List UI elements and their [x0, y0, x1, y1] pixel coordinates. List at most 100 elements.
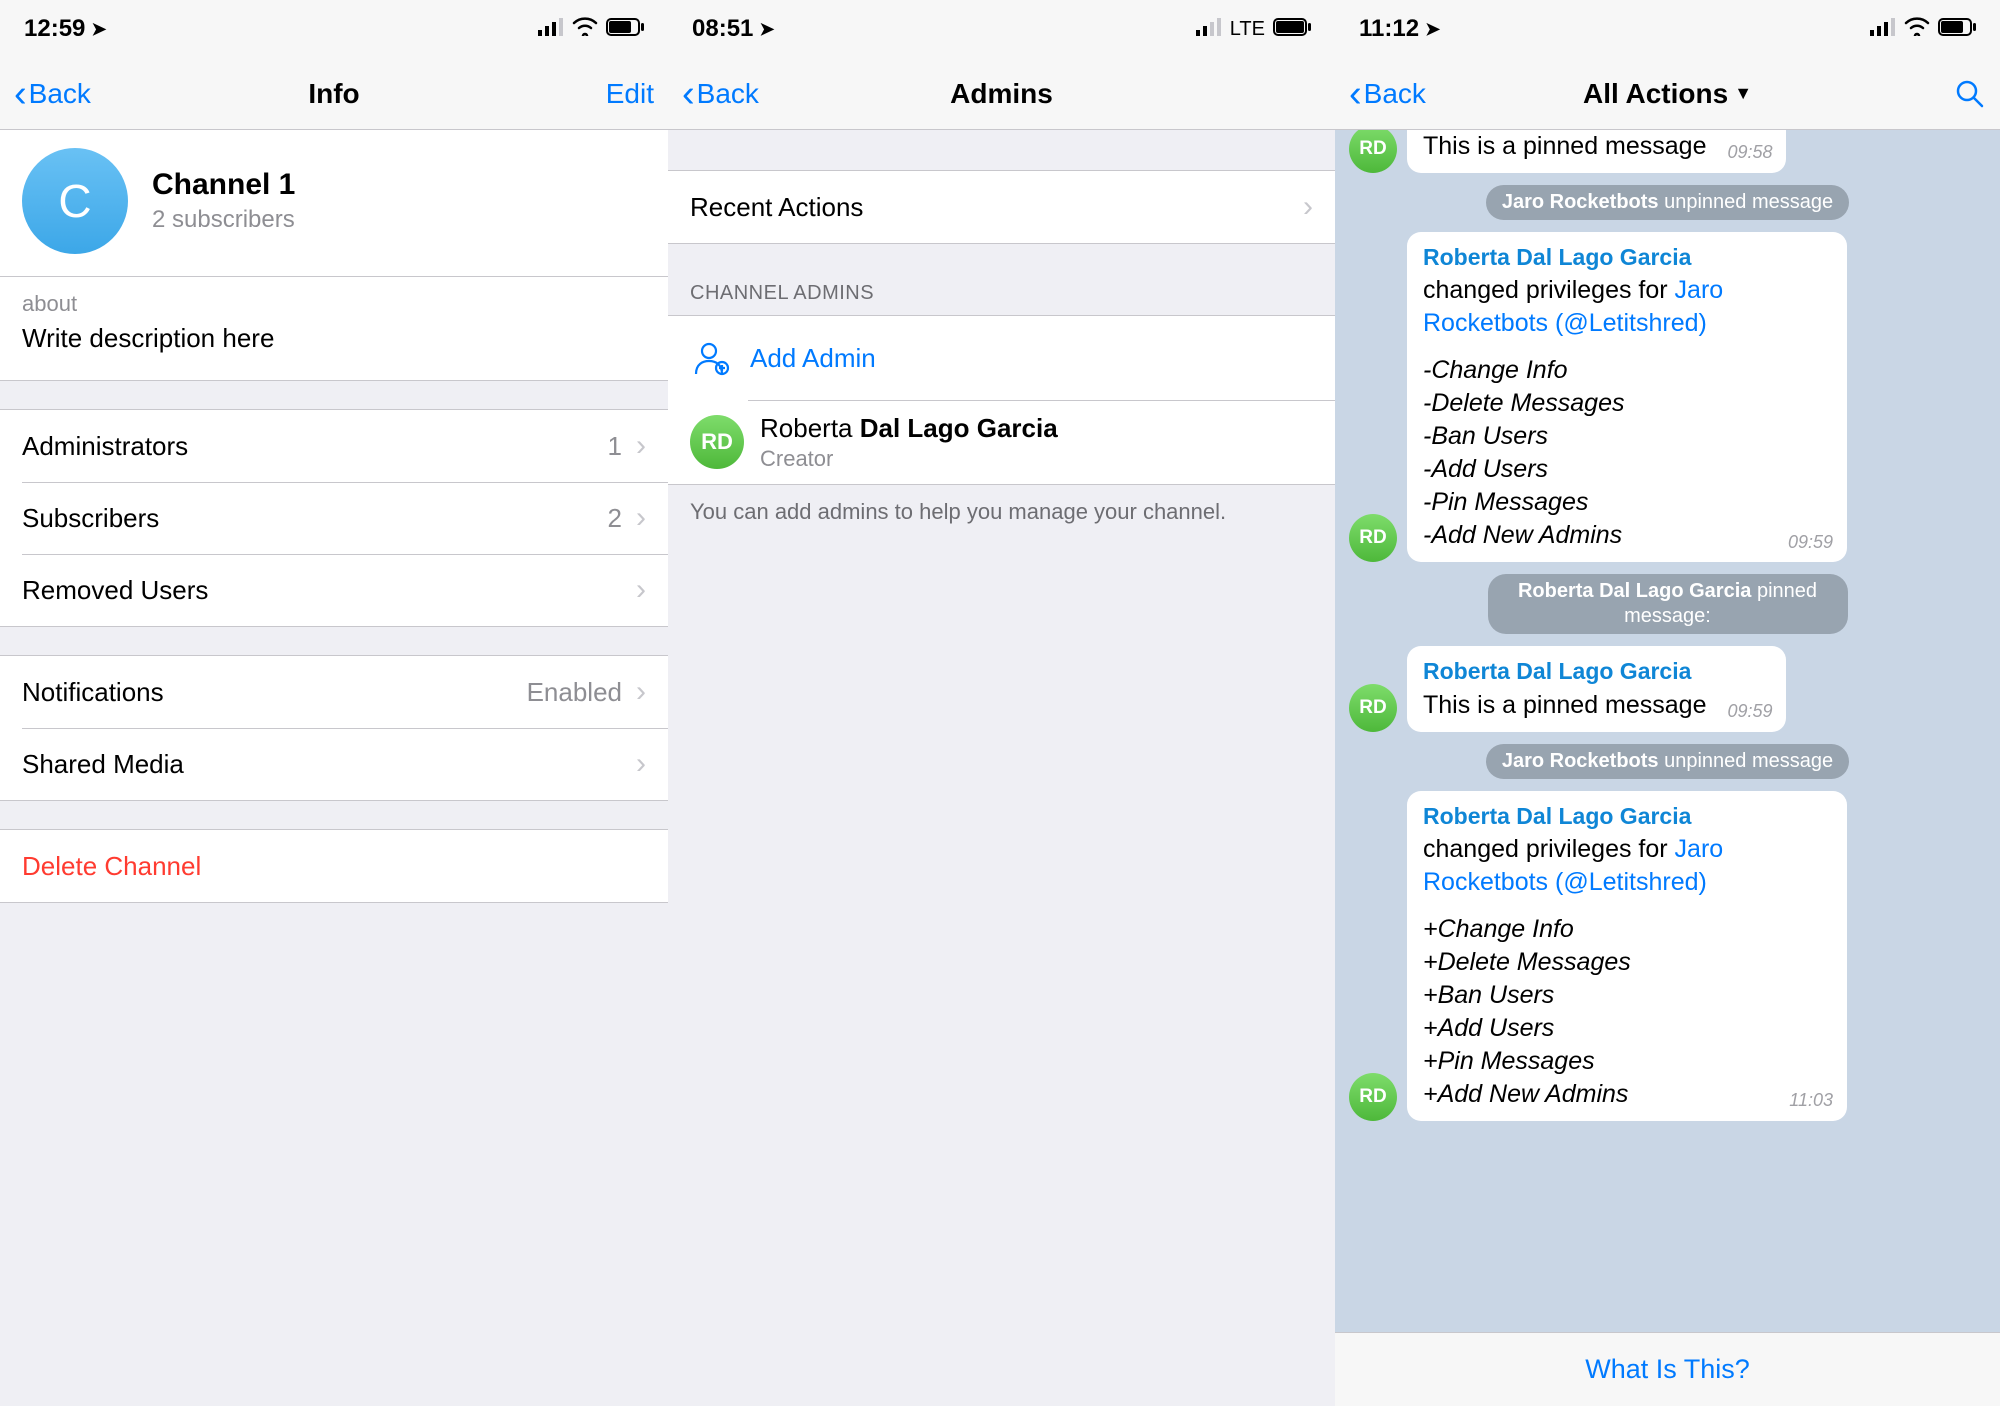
row-label: Administrators [22, 431, 608, 462]
message-time: 09:59 [1788, 531, 1833, 555]
wifi-icon [572, 15, 598, 43]
row-label: Shared Media [22, 749, 622, 780]
removed-users-row[interactable]: Removed Users › [0, 554, 668, 626]
what-is-this-button[interactable]: What Is This? [1335, 1332, 2000, 1406]
message-bubble[interactable]: Roberta Dal Lago Garcia This is a pinned… [1407, 646, 1786, 731]
chevron-right-icon: › [636, 675, 646, 709]
message-bubble[interactable]: This is a pinned message 09:58 [1407, 130, 1786, 173]
sender-name: Roberta Dal Lago Garcia [1423, 242, 1831, 272]
back-label: Back [697, 78, 759, 110]
footer-note: You can add admins to help you manage yo… [668, 485, 1335, 539]
about-label: about [22, 291, 646, 317]
delete-channel-label: Delete Channel [22, 851, 646, 882]
location-icon: ➤ [1425, 19, 1440, 40]
chevron-left-icon: ‹ [14, 75, 27, 113]
channel-subscribers: 2 subscribers [152, 206, 295, 234]
section-header: CHANNEL ADMINS [668, 244, 1335, 315]
message-bubble[interactable]: Roberta Dal Lago Garcia changed privileg… [1407, 791, 1847, 1121]
edit-label: Edit [606, 78, 654, 110]
system-actor: Jaro Rocketbots [1502, 191, 1659, 213]
cellular-icon [538, 15, 564, 43]
message: RD Roberta Dal Lago Garcia changed privi… [1335, 228, 2000, 566]
back-label: Back [29, 78, 91, 110]
subscribers-row[interactable]: Subscribers 2 › [0, 482, 668, 554]
about-block[interactable]: about Write description here [0, 277, 668, 381]
system-actor: Roberta Dal Lago Garcia [1518, 580, 1751, 602]
system-message: Jaro Rocketbots unpinned message [1486, 744, 1849, 779]
recent-actions-group: Recent Actions › [668, 170, 1335, 244]
row-label: Removed Users [22, 575, 622, 606]
chevron-right-icon: › [636, 501, 646, 535]
nav-title: Info [308, 78, 359, 110]
cellular-icon [1196, 15, 1222, 43]
sender-avatar: RD [1349, 130, 1397, 173]
edit-button[interactable]: Edit [534, 78, 654, 110]
admins-list: Add Admin RD Roberta Dal Lago Garcia Cre… [668, 315, 1335, 485]
row-label: Subscribers [22, 503, 608, 534]
add-admin-row[interactable]: Add Admin [668, 316, 1335, 400]
system-action: unpinned message [1659, 191, 1834, 213]
message: RD Roberta Dal Lago Garcia This is a pin… [1335, 642, 2000, 735]
back-label: Back [1364, 78, 1426, 110]
row-value: 2 [608, 503, 622, 534]
system-message: Roberta Dal Lago Garcia pinned message: [1488, 574, 1848, 634]
sender-name: Roberta Dal Lago Garcia [1423, 656, 1770, 686]
shared-media-row[interactable]: Shared Media › [0, 728, 668, 800]
message-time: 09:59 [1727, 700, 1772, 724]
row-value: 1 [608, 431, 622, 462]
status-time: 11:12 [1359, 15, 1419, 43]
message-text: This is a pinned message [1423, 130, 1770, 163]
status-bar: 11:12 ➤ [1335, 0, 2000, 58]
sender-avatar: RD [1349, 1073, 1397, 1121]
notifications-row[interactable]: Notifications Enabled › [0, 656, 668, 728]
message-text: changed privileges for Jaro Rocketbots (… [1423, 833, 1831, 1111]
delete-channel-row[interactable]: Delete Channel [0, 830, 668, 902]
chevron-down-icon: ▼ [1734, 83, 1752, 104]
row-value: Enabled [527, 677, 622, 708]
battery-icon [1273, 15, 1311, 43]
back-button[interactable]: ‹ Back [1349, 75, 1469, 113]
mention-link[interactable]: (@Letitshred) [1555, 309, 1707, 337]
chevron-right-icon: › [636, 747, 646, 781]
back-button[interactable]: ‹ Back [682, 75, 802, 113]
system-actor: Jaro Rocketbots [1502, 750, 1659, 772]
message: RD Roberta Dal Lago Garcia changed privi… [1335, 787, 2000, 1125]
message-text: This is a pinned message [1423, 689, 1770, 722]
recent-actions-row[interactable]: Recent Actions › [668, 171, 1335, 243]
about-text: Write description here [22, 323, 646, 354]
chevron-left-icon: ‹ [1349, 75, 1362, 113]
chevron-right-icon: › [1303, 190, 1313, 224]
search-button[interactable] [1866, 78, 1986, 110]
screen-info: 12:59 ➤ ‹ Back Info Edit C Channel 1 [0, 0, 668, 1406]
filter-button[interactable]: All Actions ▼ [1583, 78, 1752, 110]
status-time: 12:59 [24, 15, 85, 43]
chevron-right-icon: › [636, 573, 646, 607]
delete-group: Delete Channel [0, 829, 668, 903]
admin-last: Dal Lago Garcia [860, 413, 1058, 443]
back-button[interactable]: ‹ Back [14, 75, 134, 113]
channel-avatar[interactable]: C [22, 148, 128, 254]
privilege-list: +Change Info +Delete Messages +Ban Users… [1423, 913, 1767, 1111]
admin-first: Roberta [760, 413, 860, 443]
message-bubble[interactable]: Roberta Dal Lago Garcia changed privileg… [1407, 232, 1847, 562]
battery-icon [606, 15, 644, 43]
nav-title-text: All Actions [1583, 78, 1728, 110]
message: RD This is a pinned message 09:58 [1335, 130, 2000, 177]
settings-group: Notifications Enabled › Shared Media › [0, 655, 668, 801]
chevron-right-icon: › [636, 429, 646, 463]
admin-item[interactable]: RD Roberta Dal Lago Garcia Creator [668, 400, 1335, 484]
message-time: 09:58 [1727, 141, 1772, 165]
status-bar: 08:51 ➤ LTE [668, 0, 1335, 58]
message-text: changed privileges for Jaro Rocketbots (… [1423, 274, 1831, 552]
status-time: 08:51 [692, 15, 753, 43]
chat-area[interactable]: RD This is a pinned message 09:58 Jaro R… [1335, 130, 2000, 1332]
wifi-icon [1904, 15, 1930, 43]
nav-title: Admins [950, 78, 1053, 110]
screen-admins: 08:51 ➤ LTE ‹ Back Admins Recent Actions… [668, 0, 1335, 1406]
administrators-row[interactable]: Administrators 1 › [0, 410, 668, 482]
sender-name: Roberta Dal Lago Garcia [1423, 801, 1831, 831]
mention-link[interactable]: (@Letitshred) [1555, 868, 1707, 896]
nav-bar: ‹ Back All Actions ▼ [1335, 58, 2000, 130]
privilege-list: -Change Info -Delete Messages -Ban Users… [1423, 354, 1767, 552]
bottom-bar-label: What Is This? [1585, 1354, 1750, 1385]
